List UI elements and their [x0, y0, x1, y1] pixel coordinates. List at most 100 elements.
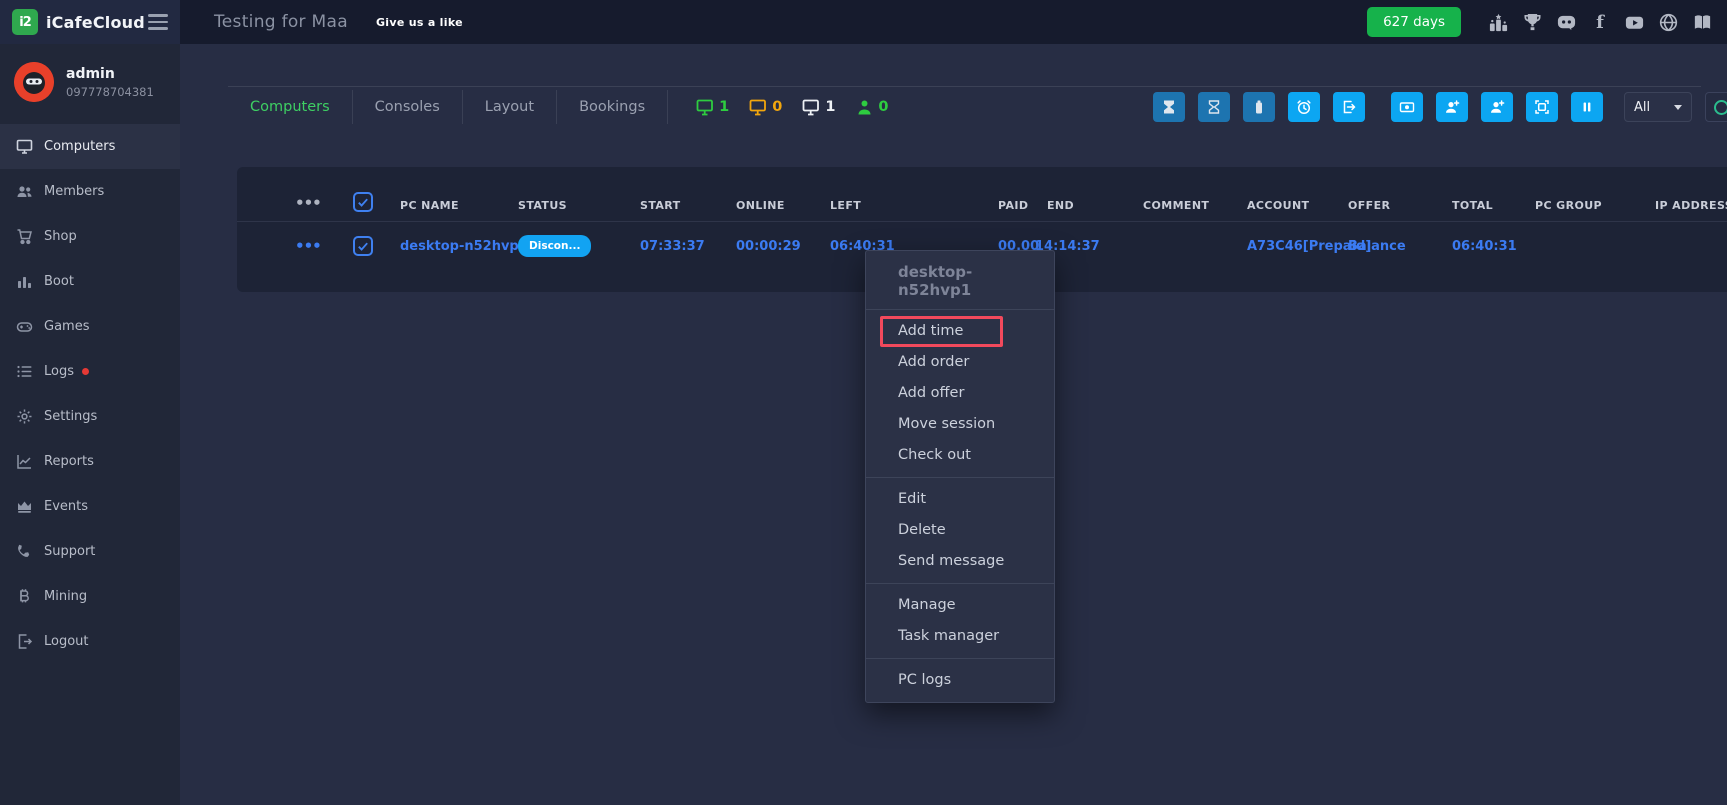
discord-icon[interactable]: [1555, 11, 1577, 33]
header-more-icon[interactable]: •••: [290, 194, 348, 212]
row-more-icon[interactable]: •••: [290, 237, 348, 255]
col-pc-name[interactable]: PC NAME: [395, 199, 513, 212]
logs-alert-dot: [82, 368, 89, 375]
row-checkbox[interactable]: [348, 236, 395, 256]
sidebar-item-reports[interactable]: Reports: [0, 439, 180, 484]
screenshot-button[interactable]: [1526, 92, 1558, 122]
days-remaining-button[interactable]: 627 days: [1367, 7, 1461, 37]
guide-icon[interactable]: [1691, 11, 1713, 33]
sidebar-item-label: Logs: [44, 364, 74, 379]
reports-chart-icon: [15, 453, 33, 471]
menu-item-send-message[interactable]: Send message: [866, 546, 1054, 577]
alarm-button[interactable]: [1288, 92, 1320, 122]
col-account[interactable]: ACCOUNT: [1242, 199, 1343, 212]
checkout-button[interactable]: [1333, 92, 1365, 122]
menu-item-pc-logs[interactable]: PC logs: [866, 665, 1054, 696]
menu-item-task-manager[interactable]: Task manager: [866, 621, 1054, 652]
avatar: [14, 62, 54, 102]
cash-button[interactable]: [1391, 92, 1423, 122]
menu-item-move-session[interactable]: Move session: [866, 409, 1054, 440]
facebook-icon[interactable]: f: [1589, 11, 1611, 33]
top-bar: i2 iCafeCloud Testing for Maa Give us a …: [0, 0, 1727, 44]
hourglass-filled-icon: [1161, 99, 1177, 115]
tab-bookings[interactable]: Bookings: [557, 90, 668, 124]
sidebar-item-settings[interactable]: Settings: [0, 394, 180, 439]
sidebar-nav: Computers Members Shop Boot Games Logs S…: [0, 124, 180, 664]
logo-text: iCafeCloud: [46, 13, 145, 32]
sidebar-item-computers[interactable]: Computers: [0, 124, 180, 169]
add-member-button[interactable]: [1436, 92, 1468, 122]
busy-pc-counter: 0: [749, 98, 782, 117]
sidebar-item-members[interactable]: Members: [0, 169, 180, 214]
menu-group-logs: PC logs: [866, 658, 1054, 702]
games-icon: [15, 318, 33, 336]
hourglass-filled-button[interactable]: [1153, 92, 1185, 122]
sidebar-item-boot[interactable]: Boot: [0, 259, 180, 304]
menu-item-manage[interactable]: Manage: [866, 590, 1054, 621]
battery-icon: [1251, 99, 1267, 115]
partial-edge-button[interactable]: [1705, 92, 1727, 122]
pause-button[interactable]: [1571, 92, 1603, 122]
col-total[interactable]: TOTAL: [1447, 199, 1530, 212]
support-phone-icon: [15, 543, 33, 561]
youtube-icon[interactable]: [1623, 11, 1645, 33]
menu-item-add-time[interactable]: Add time: [866, 316, 1054, 347]
sidebar-item-label: Computers: [44, 139, 115, 154]
globe-icon[interactable]: [1657, 11, 1679, 33]
boot-icon: [15, 273, 33, 291]
add-guest-button[interactable]: [1481, 92, 1513, 122]
menu-item-delete[interactable]: Delete: [866, 515, 1054, 546]
members-icon: [15, 183, 33, 201]
check-icon: [356, 239, 370, 253]
hourglass-outline-button[interactable]: [1198, 92, 1230, 122]
hamburger-menu-icon[interactable]: [148, 14, 168, 30]
user-name: admin: [66, 66, 154, 82]
menu-item-add-order[interactable]: Add order: [866, 347, 1054, 378]
settings-gear-icon: [15, 408, 33, 426]
page-title: Testing for Maa: [214, 12, 348, 32]
logs-icon: [15, 363, 33, 381]
sidebar-item-events[interactable]: Events: [0, 484, 180, 529]
toolbar: Computers Consoles Layout Bookings 1 0 1…: [228, 86, 1701, 125]
header-checkbox[interactable]: [348, 192, 395, 212]
menu-item-add-offer[interactable]: Add offer: [866, 378, 1054, 409]
menu-item-edit[interactable]: Edit: [866, 484, 1054, 515]
cell-pc-name[interactable]: desktop-n52hvp1: [395, 239, 513, 254]
sidebar-item-label: Support: [44, 544, 95, 559]
sidebar-item-shop[interactable]: Shop: [0, 214, 180, 259]
sidebar-item-label: Games: [44, 319, 89, 334]
col-left[interactable]: LEFT: [825, 199, 993, 212]
col-comment[interactable]: COMMENT: [1138, 199, 1242, 212]
col-paid[interactable]: PAID: [993, 199, 1042, 212]
sidebar-item-label: Logout: [44, 634, 89, 649]
menu-group-edit: Edit Delete Send message: [866, 477, 1054, 583]
user-profile[interactable]: admin 097778704381: [0, 44, 180, 122]
trophy-icon[interactable]: [1521, 11, 1543, 33]
col-offer[interactable]: OFFER: [1343, 199, 1447, 212]
col-status[interactable]: STATUS: [513, 199, 635, 212]
battery-button[interactable]: [1243, 92, 1275, 122]
col-pc-group[interactable]: PC GROUP: [1530, 199, 1650, 212]
sidebar-item-support[interactable]: Support: [0, 529, 180, 574]
col-end[interactable]: END: [1042, 199, 1138, 212]
online-pc-counter: 1: [696, 98, 729, 117]
col-start[interactable]: START: [635, 199, 731, 212]
sidebar-item-games[interactable]: Games: [0, 304, 180, 349]
sidebar-item-logs[interactable]: Logs: [0, 349, 180, 394]
tab-layout[interactable]: Layout: [463, 90, 557, 124]
menu-item-check-out[interactable]: Check out: [866, 440, 1054, 471]
sidebar-item-mining[interactable]: Mining: [0, 574, 180, 619]
tab-computers[interactable]: Computers: [228, 90, 353, 124]
sidebar-item-label: Shop: [44, 229, 77, 244]
group-filter-select[interactable]: All: [1624, 92, 1692, 122]
col-online[interactable]: ONLINE: [731, 199, 825, 212]
cell-status: Discon...: [513, 235, 635, 257]
sidebar-item-logout[interactable]: Logout: [0, 619, 180, 664]
ranking-icon[interactable]: [1487, 11, 1509, 33]
col-ip[interactable]: IP ADDRESS: [1650, 199, 1727, 212]
tab-consoles[interactable]: Consoles: [353, 90, 463, 124]
shop-cart-icon: [15, 228, 33, 246]
cell-account[interactable]: A73C46[Prepaid]: [1242, 239, 1343, 254]
give-us-a-like-link[interactable]: Give us a like: [376, 16, 463, 29]
mining-bitcoin-icon: [15, 588, 33, 606]
